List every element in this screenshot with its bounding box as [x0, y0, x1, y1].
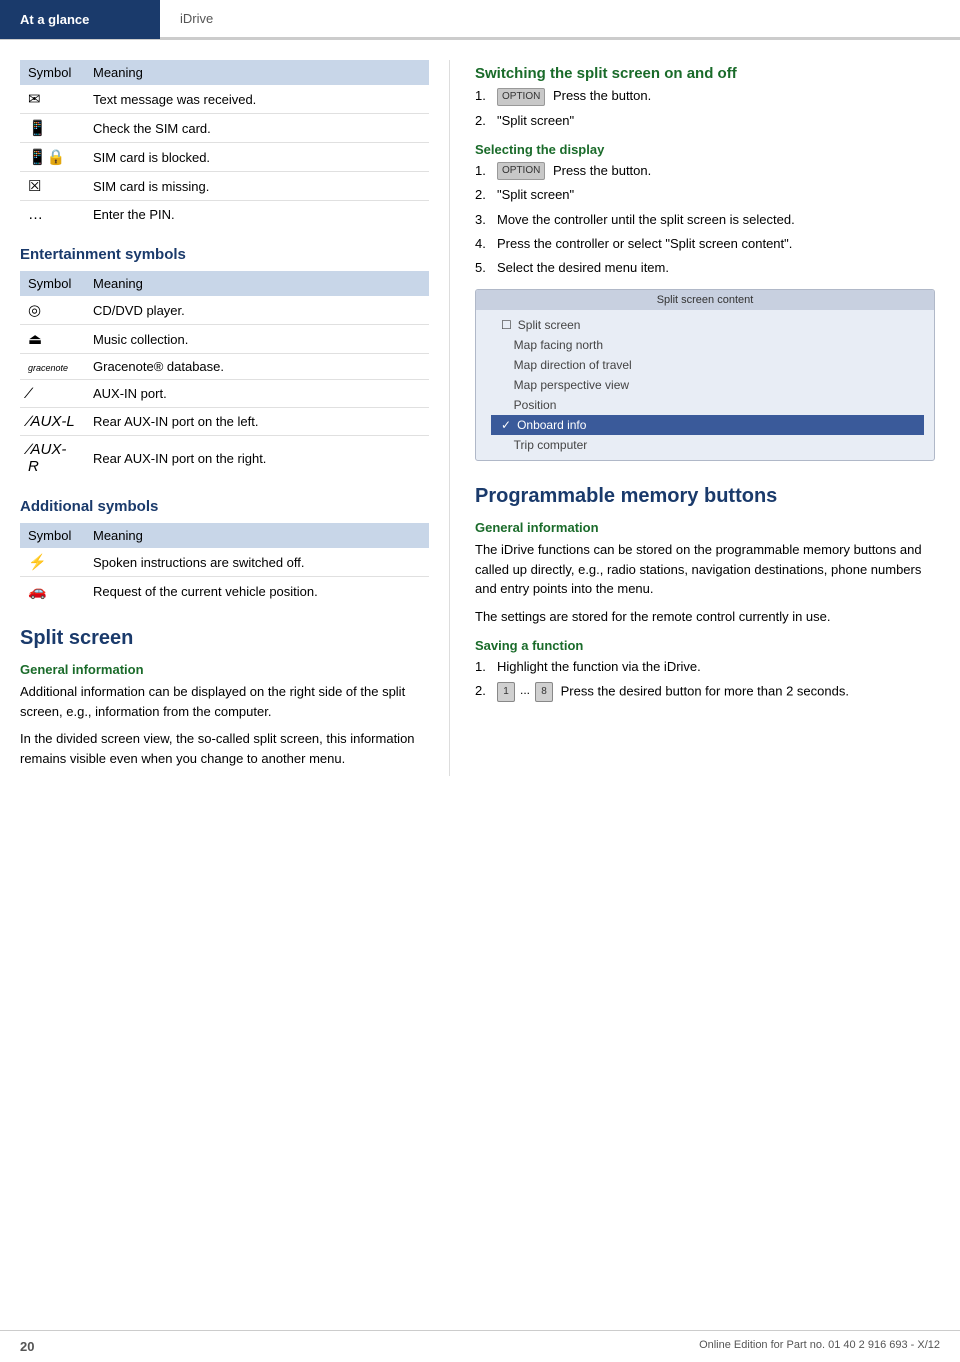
- symbol-cell: 🚗: [20, 577, 85, 606]
- meaning-cell: CD/DVD player.: [85, 296, 429, 325]
- page-number: 20: [20, 1339, 34, 1354]
- col-header-meaning: Meaning: [85, 271, 429, 296]
- screenshot-item: Map direction of travel: [491, 355, 924, 375]
- table-row: 🚗 Request of the current vehicle positio…: [20, 577, 429, 606]
- meaning-cell: Spoken instructions are switched off.: [85, 548, 429, 577]
- edition-text: Online Edition for Part no. 01 40 2 916 …: [699, 1339, 940, 1354]
- right-column: Switching the split screen on and off 1.…: [450, 60, 960, 776]
- screenshot-item: Map facing north: [491, 335, 924, 355]
- symbol-cell: gracenote: [20, 354, 85, 380]
- page-footer: 20 Online Edition for Part no. 01 40 2 9…: [0, 1330, 960, 1362]
- main-content: Symbol Meaning ✉ Text message was receiv…: [0, 40, 960, 796]
- screenshot-content: ☐ Split screen Map facing north Map dire…: [476, 310, 934, 460]
- meaning-cell: SIM card is blocked.: [85, 143, 429, 172]
- symbol-cell: ⚡: [20, 548, 85, 577]
- symbol-cell: ⏏: [20, 325, 85, 354]
- table-row: gracenote Gracenote® database.: [20, 354, 429, 380]
- symbol-cell: ∕AUX-L: [20, 408, 85, 436]
- screenshot-box: Split screen content ☐ Split screen Map …: [475, 289, 935, 461]
- col-header-symbol: Symbol: [20, 60, 85, 85]
- split-screen-general-info-title: General information: [20, 662, 429, 677]
- meaning-cell: Rear AUX-IN port on the right.: [85, 436, 429, 481]
- switching-steps: 1. OPTION Press the button. 2. "Split sc…: [475, 87, 935, 130]
- split-screen-section: Split screen General information Additio…: [20, 627, 429, 768]
- screenshot-items-list: ☐ Split screen Map facing north Map dire…: [481, 310, 934, 460]
- left-column: Symbol Meaning ✉ Text message was receiv…: [0, 60, 450, 776]
- screenshot-item: ☐ Split screen: [491, 315, 924, 335]
- programmable-title: Programmable memory buttons: [475, 485, 935, 508]
- table-row: 📱🔒 SIM card is blocked.: [20, 143, 429, 172]
- list-item: 1. Highlight the function via the iDrive…: [475, 658, 935, 676]
- additional-symbols-table: Symbol Meaning ⚡ Spoken instructions are…: [20, 523, 429, 605]
- meaning-cell: Music collection.: [85, 325, 429, 354]
- split-screen-para2: In the divided screen view, the so-calle…: [20, 729, 429, 768]
- col-header-symbol: Symbol: [20, 271, 85, 296]
- meaning-cell: Rear AUX-IN port on the left.: [85, 408, 429, 436]
- meaning-cell: Text message was received.: [85, 85, 429, 114]
- symbol-cell: ◎: [20, 296, 85, 325]
- screenshot-title: Split screen content: [476, 290, 934, 310]
- meaning-cell: SIM card is missing.: [85, 172, 429, 201]
- switching-title: Switching the split screen on and off: [475, 65, 935, 82]
- screenshot-item-selected: ✓ Onboard info: [491, 415, 924, 435]
- entertainment-table: Symbol Meaning ◎ CD/DVD player. ⏏ Music …: [20, 271, 429, 480]
- col-header-symbol: Symbol: [20, 523, 85, 548]
- meaning-cell: Request of the current vehicle position.: [85, 577, 429, 606]
- screenshot-item: Position: [491, 395, 924, 415]
- meaning-cell: AUX-IN port.: [85, 380, 429, 408]
- meaning-cell: Check the SIM card.: [85, 114, 429, 143]
- symbol-cell: 📱: [20, 114, 85, 143]
- table-row: ∕ AUX-IN port.: [20, 380, 429, 408]
- list-item: 2. "Split screen": [475, 112, 935, 130]
- split-screen-title: Split screen: [20, 627, 429, 650]
- table-row: ◎ CD/DVD player.: [20, 296, 429, 325]
- table-row: ⏏ Music collection.: [20, 325, 429, 354]
- main-symbols-table: Symbol Meaning ✉ Text message was receiv…: [20, 60, 429, 228]
- list-item: 3. Move the controller until the split s…: [475, 211, 935, 229]
- list-item: 5. Select the desired menu item.: [475, 259, 935, 277]
- page-header: At a glance iDrive: [0, 0, 960, 40]
- screenshot-item: Map perspective view: [491, 375, 924, 395]
- screenshot-item: Trip computer: [491, 435, 924, 455]
- symbol-cell: ∕: [20, 380, 85, 408]
- prog-button-image: 1 ... 8: [497, 682, 553, 702]
- table-row: … Enter the PIN.: [20, 201, 429, 229]
- tab-idrive[interactable]: iDrive: [160, 0, 960, 39]
- split-screen-para1: Additional information can be displayed …: [20, 682, 429, 721]
- tab-at-a-glance[interactable]: At a glance: [0, 0, 160, 39]
- table-row: ∕AUX-L Rear AUX-IN port on the left.: [20, 408, 429, 436]
- table-row: ⚡ Spoken instructions are switched off.: [20, 548, 429, 577]
- meaning-cell: Enter the PIN.: [85, 201, 429, 229]
- table-row: ∕AUX-R Rear AUX-IN port on the right.: [20, 436, 429, 481]
- programmable-para2: The settings are stored for the remote c…: [475, 607, 935, 627]
- col-header-meaning: Meaning: [85, 523, 429, 548]
- symbol-cell: ☒: [20, 172, 85, 201]
- saving-function-title: Saving a function: [475, 638, 935, 653]
- list-item: 4. Press the controller or select "Split…: [475, 235, 935, 253]
- table-row: 📱 Check the SIM card.: [20, 114, 429, 143]
- table-row: ☒ SIM card is missing.: [20, 172, 429, 201]
- list-item: 2. 1 ... 8 Press the desired button for …: [475, 682, 935, 702]
- list-item: 1. OPTION Press the button.: [475, 87, 935, 106]
- programmable-para1: The iDrive functions can be stored on th…: [475, 540, 935, 599]
- col-header-meaning: Meaning: [85, 60, 429, 85]
- option-button-icon: OPTION: [497, 162, 545, 180]
- symbol-cell: ✉: [20, 85, 85, 114]
- symbol-cell: 📱🔒: [20, 143, 85, 172]
- additional-symbols-title: Additional symbols: [20, 498, 429, 515]
- table-row: ✉ Text message was received.: [20, 85, 429, 114]
- saving-steps: 1. Highlight the function via the iDrive…: [475, 658, 935, 702]
- programmable-section: Programmable memory buttons General info…: [475, 485, 935, 702]
- option-button-icon: OPTION: [497, 88, 545, 106]
- symbol-cell: …: [20, 201, 85, 229]
- entertainment-section-title: Entertainment symbols: [20, 246, 429, 263]
- symbol-cell: ∕AUX-R: [20, 436, 85, 481]
- selecting-title: Selecting the display: [475, 142, 935, 157]
- meaning-cell: Gracenote® database.: [85, 354, 429, 380]
- list-item: 2. "Split screen": [475, 186, 935, 204]
- programmable-general-info-title: General information: [475, 520, 935, 535]
- selecting-steps: 1. OPTION Press the button. 2. "Split sc…: [475, 162, 935, 277]
- list-item: 1. OPTION Press the button.: [475, 162, 935, 181]
